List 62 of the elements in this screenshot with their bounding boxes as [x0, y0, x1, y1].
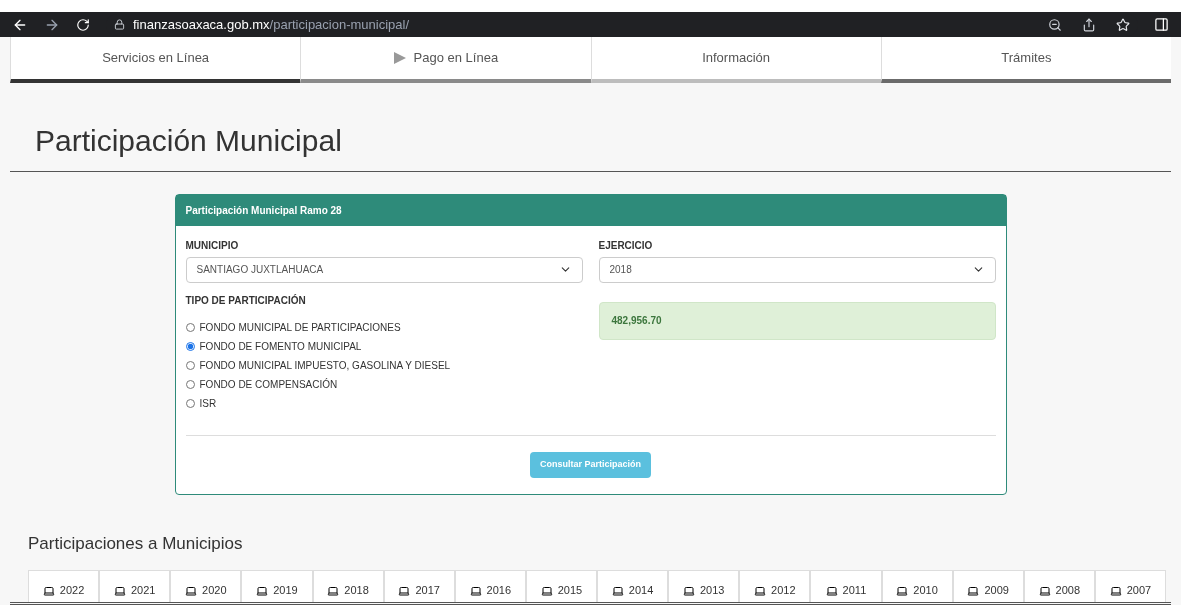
field-label: EJERCICIO [598, 238, 654, 253]
radio-option[interactable]: FONDO MUNICIPAL IMPUESTO, GASOLINA Y DIESEL [185, 355, 583, 375]
field-label: MUNICIPIO [185, 238, 240, 253]
year-tab[interactable]: 2018 [312, 570, 384, 602]
year-tab[interactable]: 2020 [170, 570, 242, 602]
laptop-icon [896, 584, 909, 597]
select-field[interactable]: 2018 [598, 256, 996, 283]
laptop-icon [540, 584, 553, 597]
laptop-icon [754, 584, 767, 597]
nav-tab[interactable]: Servicios en Línea [10, 37, 301, 83]
lock-icon [114, 19, 125, 31]
select-field[interactable]: SANTIAGO JUXTLAHUACA [185, 256, 583, 283]
page-title: Participación Municipal [35, 122, 343, 159]
laptop-icon [327, 584, 340, 597]
year-tab[interactable]: 2013 [668, 570, 740, 602]
laptop-icon [113, 584, 126, 597]
year-tab[interactable]: 2007 [1094, 570, 1166, 602]
star-icon[interactable] [1116, 17, 1130, 32]
year-tab[interactable]: 2022 [28, 570, 100, 602]
laptop-icon [1038, 584, 1051, 597]
card-header: Participación Municipal Ramo 28 [175, 194, 1006, 226]
radio-button[interactable] [185, 379, 195, 389]
radio-option[interactable]: FONDO DE FOMENTO MUNICIPAL [185, 336, 583, 356]
nav-tab[interactable]: Información [590, 37, 881, 83]
field-label: TIPO DE PARTICIPACIÓN [185, 293, 307, 308]
result-box: 482,956.70 [598, 301, 996, 340]
year-tab[interactable]: 2015 [525, 570, 597, 602]
nav-tab[interactable]: Trámites [880, 37, 1171, 83]
year-tab[interactable]: 2009 [952, 570, 1024, 602]
year-tab[interactable]: 2008 [1023, 570, 1095, 602]
year-tab[interactable]: 2010 [881, 570, 953, 602]
nav-tab[interactable]: Pago en Línea [300, 37, 591, 83]
laptop-icon [42, 584, 55, 597]
radio-button[interactable] [185, 322, 195, 332]
section-title: Participaciones a Municipios [28, 532, 244, 555]
url-text: finanzasoaxaca.gob.mx/participacion-municipal/ [133, 15, 410, 34]
laptop-icon [1109, 584, 1122, 597]
reload-icon[interactable] [76, 17, 90, 32]
year-tab[interactable]: 2011 [810, 570, 882, 602]
laptop-icon [398, 584, 411, 597]
radio-button[interactable] [185, 398, 195, 408]
radio-button[interactable] [185, 341, 195, 351]
year-tab[interactable]: 2019 [241, 570, 313, 602]
year-tab[interactable]: 2012 [739, 570, 811, 602]
share-icon[interactable] [1082, 17, 1096, 32]
laptop-icon [682, 584, 695, 597]
radio-button[interactable] [185, 360, 195, 370]
year-tab[interactable]: 2016 [454, 570, 526, 602]
laptop-icon [185, 584, 198, 597]
radio-option[interactable]: FONDO MUNICIPAL DE PARTICIPACIONES [185, 317, 583, 337]
laptop-icon [469, 584, 482, 597]
laptop-icon [967, 584, 980, 597]
laptop-icon [825, 584, 838, 597]
side-panel-icon[interactable] [1154, 17, 1169, 33]
year-tab[interactable]: 2014 [597, 570, 669, 602]
year-tab[interactable]: 2021 [99, 570, 171, 602]
radio-option[interactable]: ISR [185, 393, 583, 413]
laptop-icon [256, 584, 269, 597]
year-tab[interactable]: 2017 [383, 570, 455, 602]
laptop-icon [611, 584, 624, 597]
zoom-out-icon[interactable] [1048, 17, 1062, 32]
radio-option[interactable]: FONDO DE COMPENSACIÓN [185, 374, 583, 394]
